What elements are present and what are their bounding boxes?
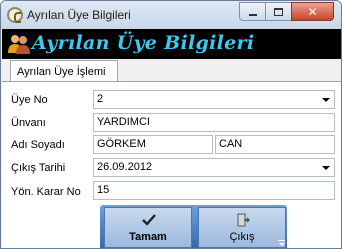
close-icon: ✕ [307,4,318,19]
chevron-down-icon[interactable] [322,98,330,102]
exit-label: Çıkış [229,231,255,243]
app-icon [7,7,23,23]
tab-strip: Ayrılan Üye İşlemi [2,59,341,82]
banner-title: Ayrılan Üye Bilgileri [32,32,255,54]
checkmark-icon [142,214,156,226]
window-title: Ayrılan Üye Bilgileri [27,8,131,22]
last-name-field[interactable]: CAN [215,135,335,154]
toolbar-options-icon[interactable] [278,240,285,247]
ok-label: Tamam [129,231,167,243]
minimize-button[interactable] [239,2,265,21]
maximize-button[interactable] [265,2,291,21]
exit-date-picker[interactable]: 26.09.2012 [93,158,335,177]
first-name-value: GÖRKEM [97,138,146,150]
exit-date-value: 26.09.2012 [97,161,153,173]
close-button[interactable]: ✕ [291,2,334,21]
maximize-icon [274,7,283,16]
ok-button[interactable]: Tamam [104,207,192,248]
title-label: Ünvanı [11,117,46,129]
button-toolbar: Tamam Çıkış [100,205,287,248]
minimize-icon [248,13,257,16]
header-banner: Ayrılan Üye Bilgileri [2,29,341,59]
title-bar[interactable]: Ayrılan Üye Bilgileri ✕ [1,1,341,29]
users-icon [8,35,30,54]
tab-departed-member[interactable]: Ayrılan Üye İşlemi [10,60,118,82]
window-controls: ✕ [239,2,334,21]
tab-panel: Üye No 2 Ünvanı YARDIMCI Adı Soyadı GÖRK… [2,81,341,205]
member-no-value: 2 [97,93,104,105]
member-no-label: Üye No [11,94,48,106]
dialog-window: Ayrılan Üye Bilgileri ✕ Ayrılan Üye Bilg… [0,0,342,249]
footer: Tamam Çıkış [2,205,341,248]
decision-no-label: Yön. Karar No [11,186,81,198]
last-name-value: CAN [219,138,243,150]
name-label: Adı Soyadı [11,139,65,151]
member-no-combo[interactable]: 2 [93,90,335,109]
first-name-field[interactable]: GÖRKEM [93,135,213,154]
exit-button[interactable]: Çıkış [198,207,286,248]
title-field[interactable]: YARDIMCI [93,113,335,132]
chevron-down-icon[interactable] [322,166,330,170]
decision-no-field[interactable]: 15 [93,181,335,200]
title-value: YARDIMCI [97,116,150,128]
exit-door-icon [237,213,250,227]
exit-date-label: Çıkış Tarihi [11,162,66,174]
decision-no-value: 15 [97,184,110,196]
